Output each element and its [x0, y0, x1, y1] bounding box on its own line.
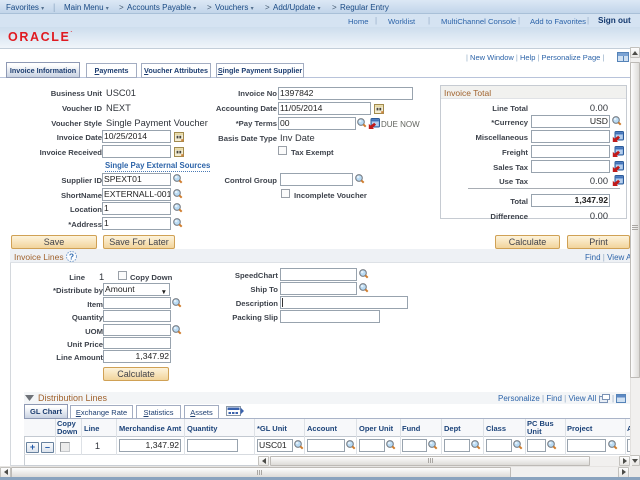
svg-text:?: ?	[69, 252, 74, 262]
